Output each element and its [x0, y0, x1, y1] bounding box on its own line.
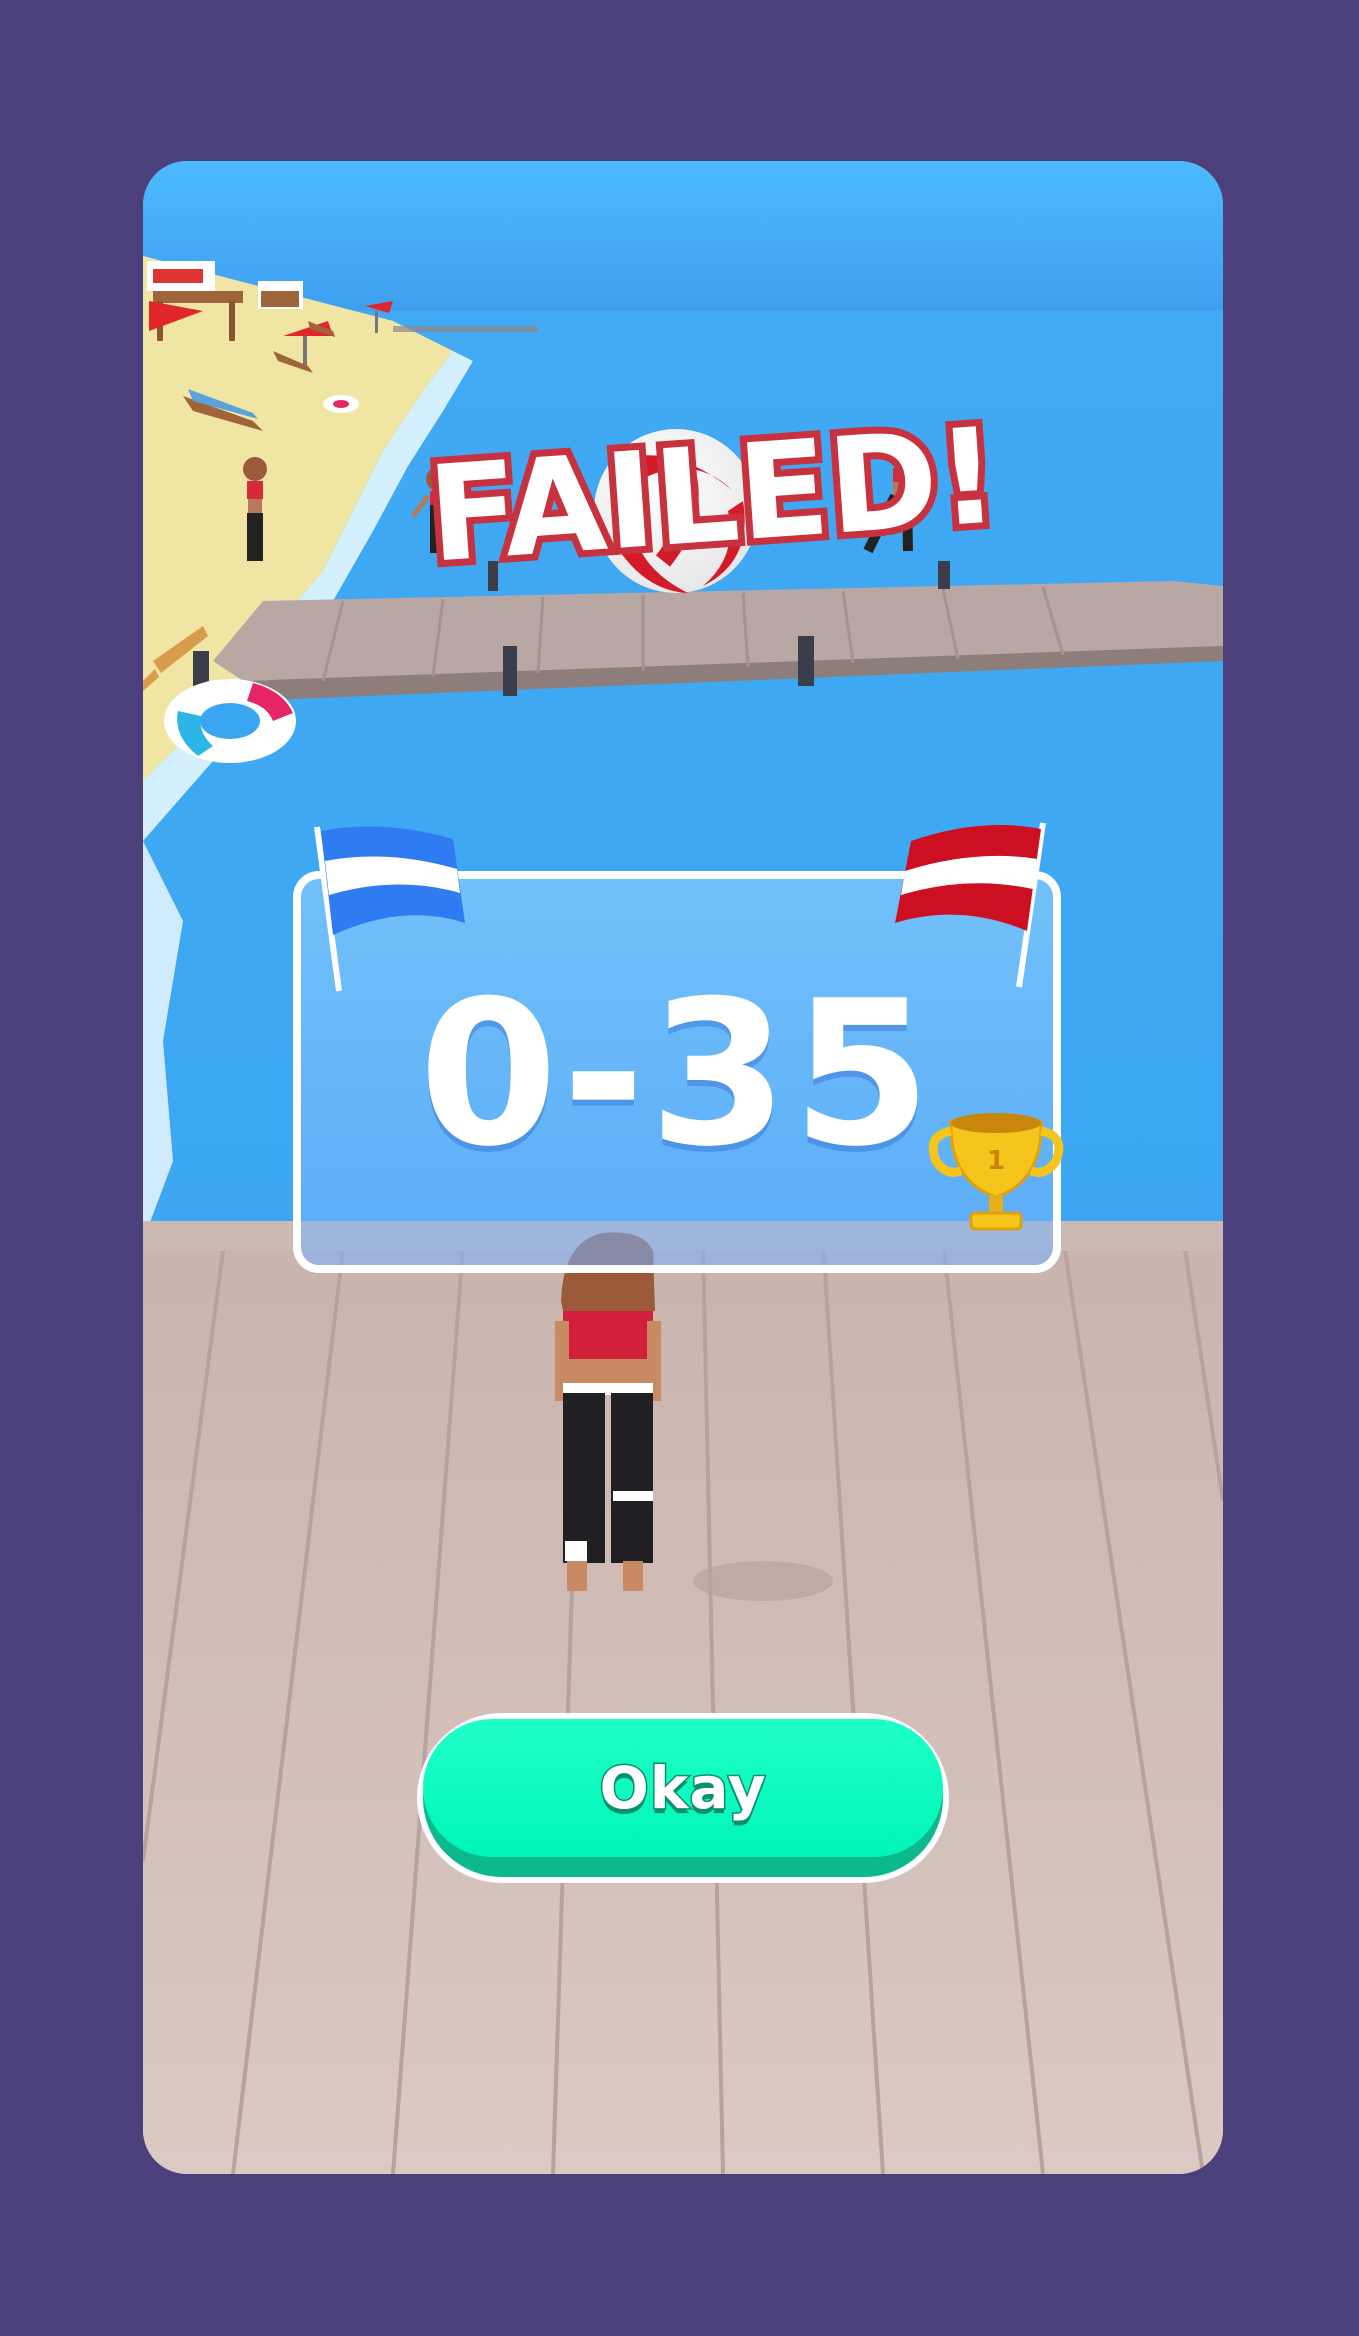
- svg-text:1: 1: [987, 1146, 1005, 1176]
- game-viewport: FAILED! 0-35 1 Okay: [143, 161, 1223, 2174]
- score-panel: 0-35 1: [293, 822, 1064, 1273]
- sky: [143, 161, 1223, 311]
- okay-button-face[interactable]: Okay: [423, 1719, 943, 1857]
- okay-button-label: Okay: [598, 1753, 767, 1824]
- failed-title: FAILED!: [423, 411, 1003, 571]
- failed-title-text: FAILED!: [423, 411, 1003, 571]
- okay-button[interactable]: Okay: [417, 1713, 949, 1883]
- foreground-dock: [143, 1236, 1223, 2174]
- gold-trophy-icon: 1: [928, 1113, 1064, 1231]
- lifebuoy: [164, 679, 296, 763]
